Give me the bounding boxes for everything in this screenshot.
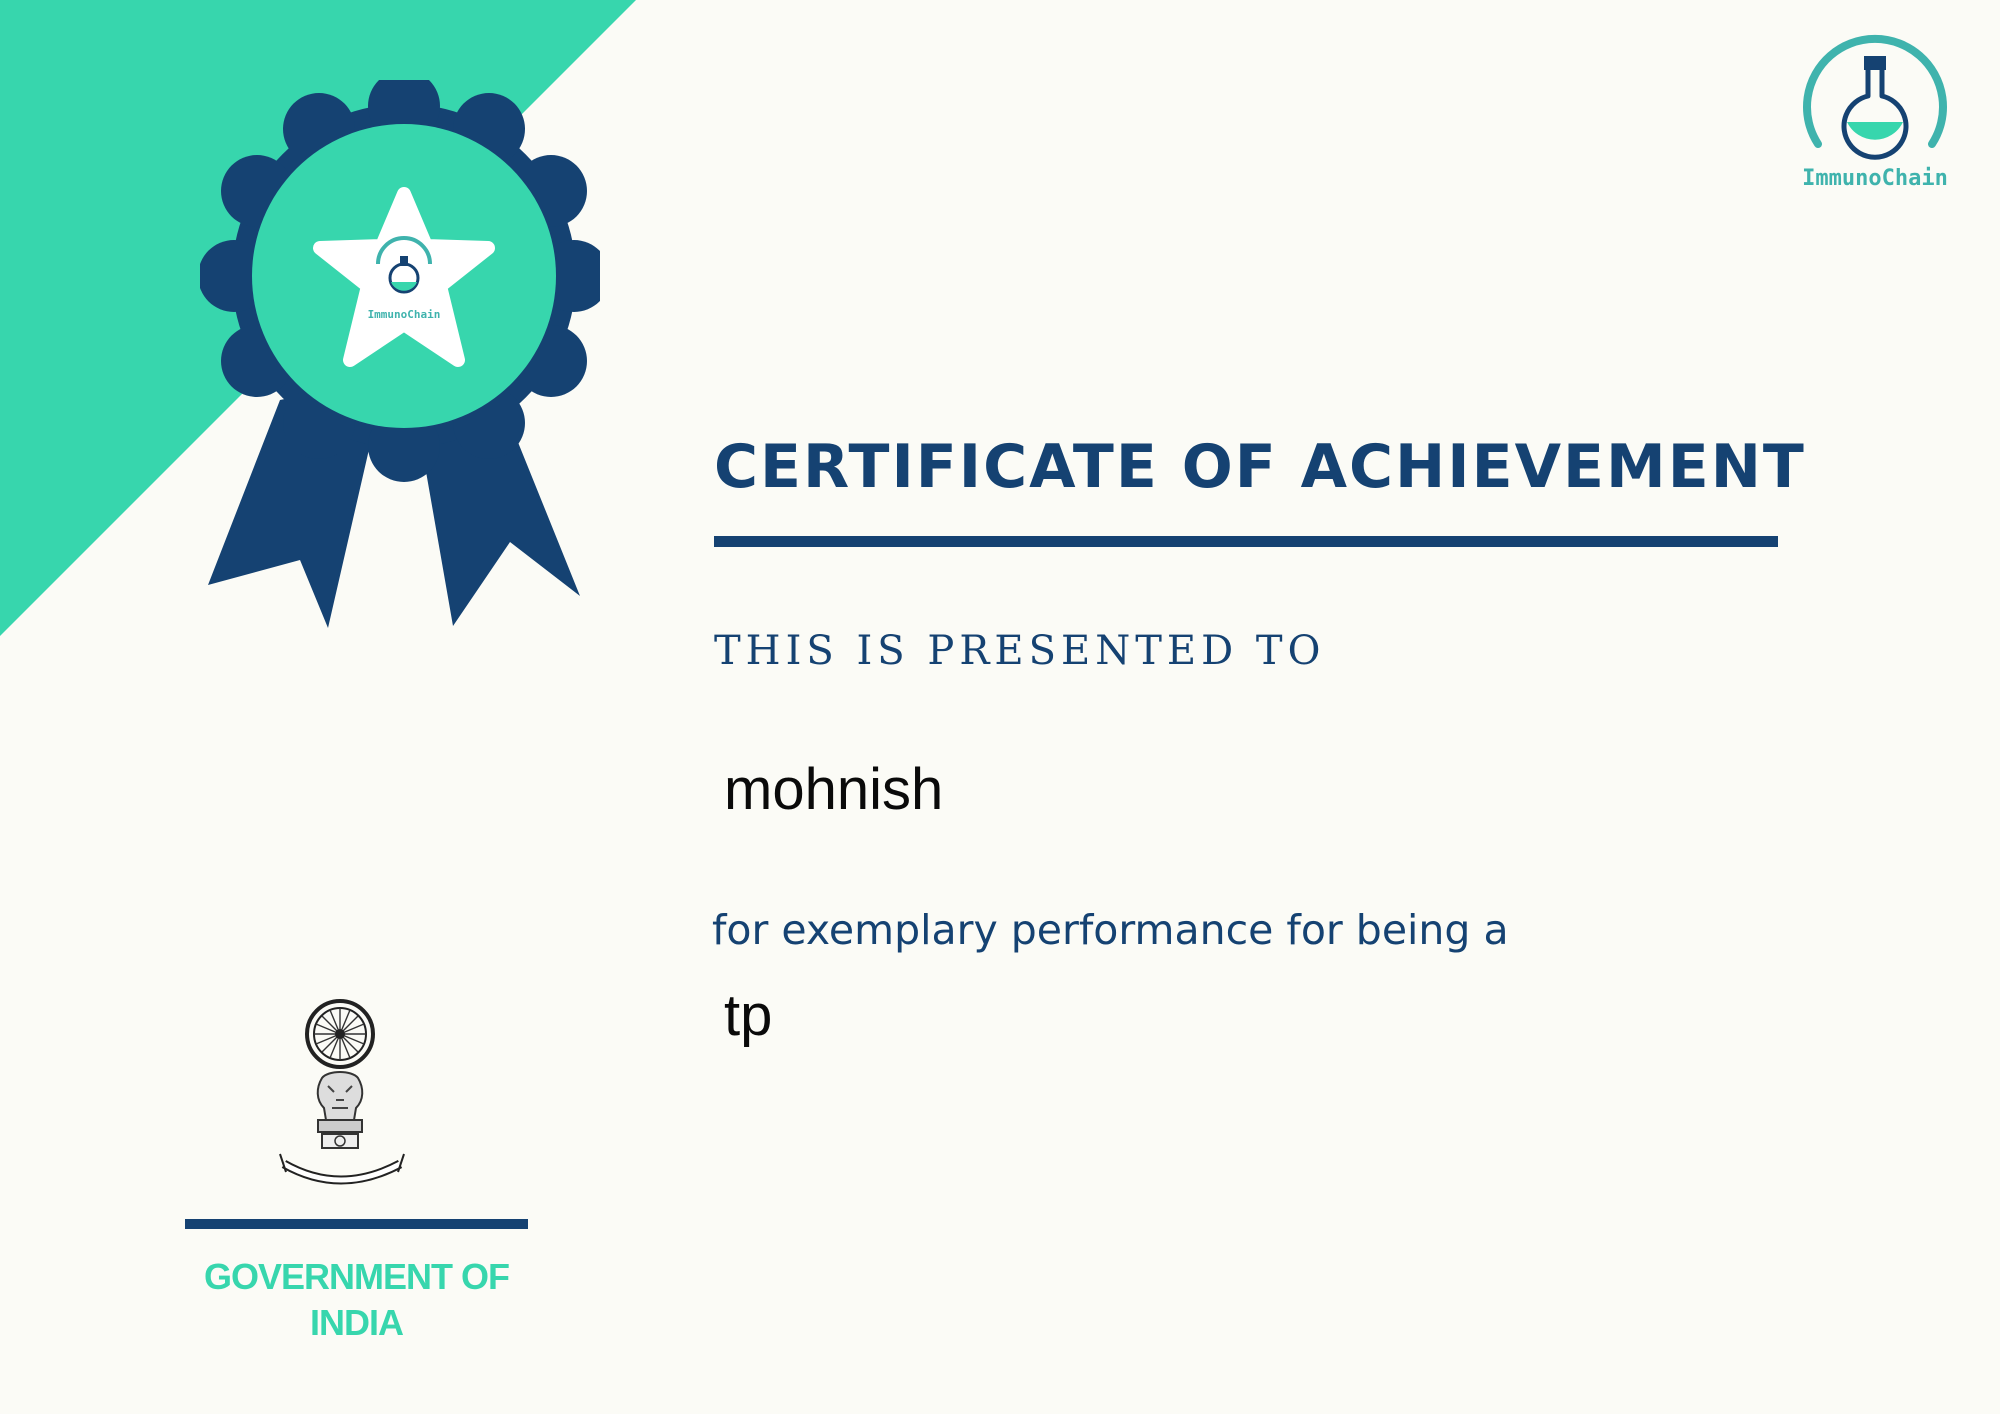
national-emblem-icon (279, 999, 405, 1185)
presented-label: THIS IS PRESENTED TO (714, 628, 1326, 674)
brand-name: ImmunoChain (1802, 166, 1948, 191)
recipient-name: mohnish (724, 757, 944, 822)
achievement-role: tp (724, 983, 773, 1048)
certificate-title: CERTIFICATE OF ACHIEVEMENT (714, 432, 1806, 502)
badge-logo-text: ImmunoChain (367, 308, 441, 321)
award-ribbon-icon (200, 80, 600, 628)
issuer-divider (185, 1219, 528, 1229)
flask-icon (1803, 35, 1947, 160)
brand-logo (1790, 26, 1960, 176)
issuer-name: GOVERNMENT OF INDIA (203, 1256, 510, 1343)
certificate-page: ImmunoChain ImmunoChain CERTIFICATE OF A… (0, 0, 2000, 1414)
achievement-reason: for exemplary performance for being a (712, 906, 1509, 954)
title-divider (714, 536, 1778, 547)
